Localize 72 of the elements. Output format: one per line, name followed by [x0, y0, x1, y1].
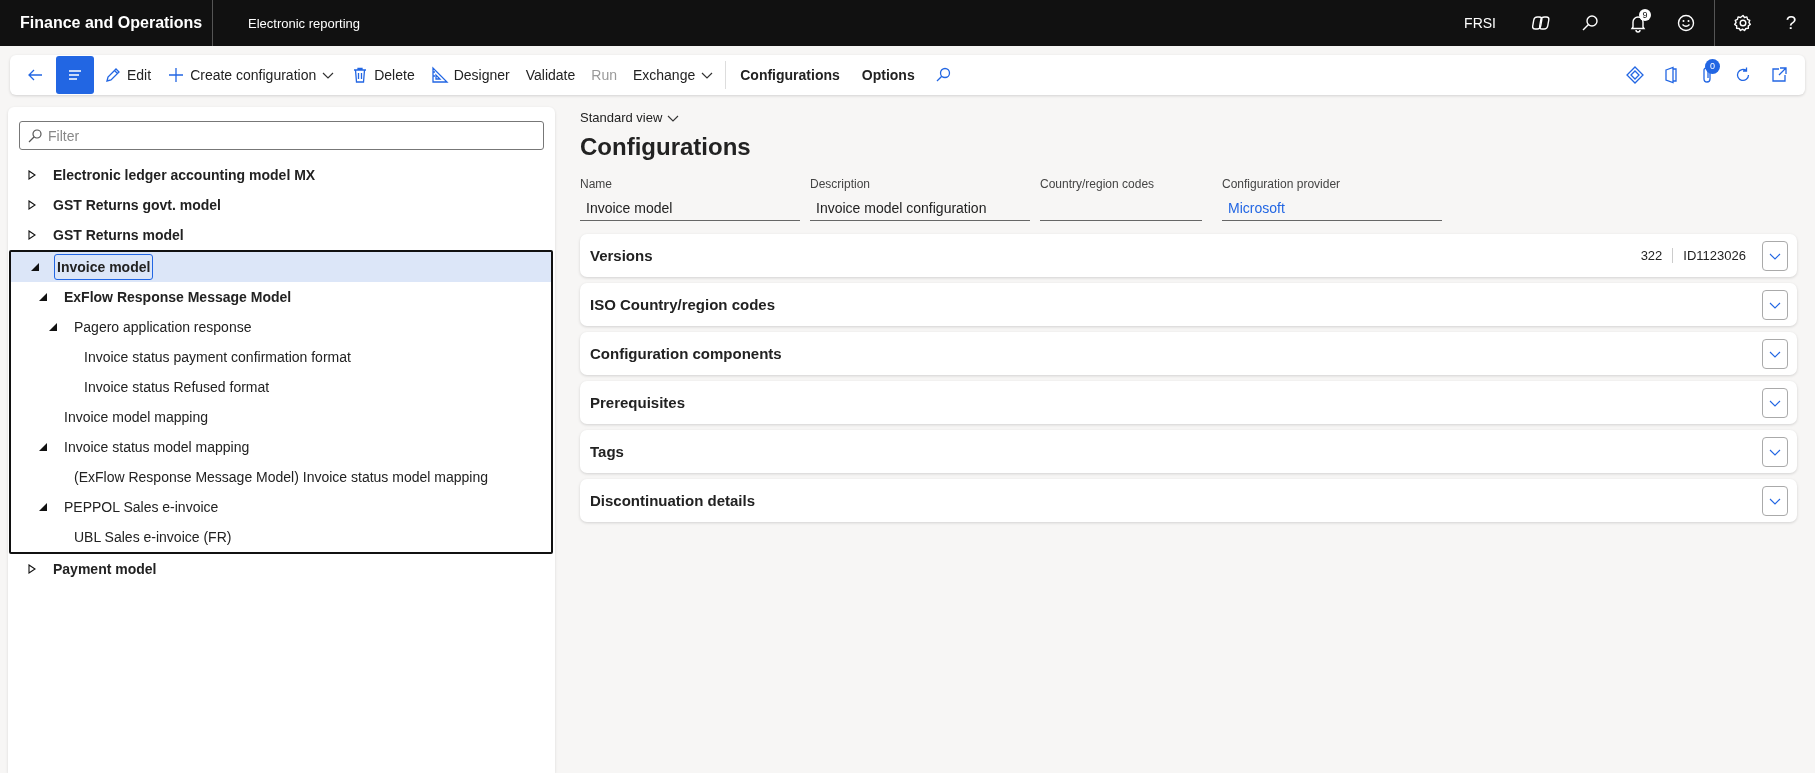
section-title[interactable]: ISO Country/region codes: [590, 296, 1756, 313]
app-title: Finance and Operations: [0, 0, 213, 46]
tree-item[interactable]: Electronic ledger accounting model MX: [51, 164, 318, 186]
notification-badge: 9: [1639, 9, 1651, 21]
tree-item[interactable]: PEPPOL Sales e-invoice: [62, 496, 221, 518]
search-icon: [1580, 13, 1600, 33]
smiley-icon: [1676, 13, 1696, 33]
attachment-badge: 0: [1705, 59, 1720, 74]
tree-item[interactable]: Pagero application response: [72, 316, 254, 338]
summary-value: ID1123026: [1672, 248, 1756, 263]
ruler-triangle-icon: [430, 66, 449, 84]
action-tab[interactable]: Configurations: [729, 56, 851, 94]
section-title[interactable]: Versions: [590, 247, 1631, 264]
text-field[interactable]: Invoice model configuration: [810, 197, 1030, 221]
field-label: Configuration provider: [1222, 177, 1342, 191]
module-name: Electronic reporting: [248, 15, 360, 31]
menu-button[interactable]: Create configuration: [159, 56, 344, 94]
expanded-triangle-icon[interactable]: [30, 262, 40, 272]
command-button[interactable]: Delete: [343, 56, 423, 94]
menu-icon: [67, 67, 83, 83]
command-button[interactable]: Designer: [422, 56, 518, 94]
collapsed-triangle-icon[interactable]: [27, 230, 37, 240]
text-field[interactable]: Invoice model: [580, 197, 800, 221]
tree-item[interactable]: Invoice status model mapping: [62, 436, 252, 458]
settings-icon: [1733, 13, 1753, 33]
expanded-triangle-icon[interactable]: [38, 502, 48, 512]
section-title[interactable]: Tags: [590, 443, 1756, 460]
filter-field[interactable]: Filter: [19, 121, 544, 150]
action-tab[interactable]: Options: [850, 56, 926, 94]
collapsed-triangle-icon[interactable]: [27, 564, 37, 574]
section-title[interactable]: Discontinuation details: [590, 492, 1756, 509]
tree-item[interactable]: (ExFlow Response Message Model) Invoice status model mapping: [72, 466, 490, 488]
expanded-triangle-icon[interactable]: [38, 442, 48, 452]
field-label: Country/region codes: [1040, 177, 1156, 191]
diamond-icon: [1626, 66, 1644, 84]
tree-item[interactable]: GST Returns model: [51, 224, 186, 246]
page-title: Configurations: [580, 133, 752, 161]
tree-item[interactable]: Invoice status payment confirmation format: [82, 346, 353, 368]
tree-item[interactable]: GST Returns govt. model: [51, 194, 223, 216]
bell-icon: [1628, 13, 1648, 33]
company-code[interactable]: FRSI: [1464, 15, 1496, 31]
tree-item[interactable]: Invoice model mapping: [62, 406, 210, 428]
overlapping-shapes-icon: [1532, 13, 1552, 33]
pencil-icon: [104, 66, 122, 84]
expanded-triangle-icon[interactable]: [48, 322, 58, 332]
refresh-icon: [1734, 66, 1752, 84]
command-button[interactable]: Validate: [517, 56, 584, 94]
field-label: Name: [580, 177, 613, 191]
search-icon: [934, 67, 951, 83]
field-label: Description: [810, 177, 872, 191]
collapsed-triangle-icon[interactable]: [27, 170, 37, 180]
tree-item[interactable]: Invoice model: [54, 254, 154, 280]
plus-icon: [167, 66, 186, 84]
collapsed-triangle-icon[interactable]: [27, 200, 37, 210]
command-button[interactable]: Edit: [96, 56, 160, 94]
help-button[interactable]: ?: [1767, 0, 1815, 46]
tree-item[interactable]: Invoice status Refused format: [82, 376, 272, 398]
popout-icon: [1770, 66, 1788, 84]
menu-button[interactable]: [56, 56, 94, 94]
expanded-triangle-icon[interactable]: [38, 292, 48, 302]
paperclip-button[interactable]: 0: [1689, 56, 1725, 94]
document-panel-icon: [1662, 66, 1680, 84]
lookup-field[interactable]: Microsoft: [1222, 197, 1442, 221]
tree-item[interactable]: UBL Sales e-invoice (FR): [72, 526, 234, 548]
summary-value: 322: [1639, 248, 1664, 263]
section-title[interactable]: Configuration components: [590, 345, 1756, 362]
view-selector[interactable]: Standard view: [580, 110, 680, 125]
tree-item[interactable]: ExFlow Response Message Model: [62, 286, 294, 308]
bell-button[interactable]: 9: [1614, 0, 1662, 46]
section-title[interactable]: Prerequisites: [590, 394, 1756, 411]
menu-button[interactable]: Exchange: [624, 56, 723, 94]
tree-item[interactable]: Payment model: [51, 558, 159, 580]
